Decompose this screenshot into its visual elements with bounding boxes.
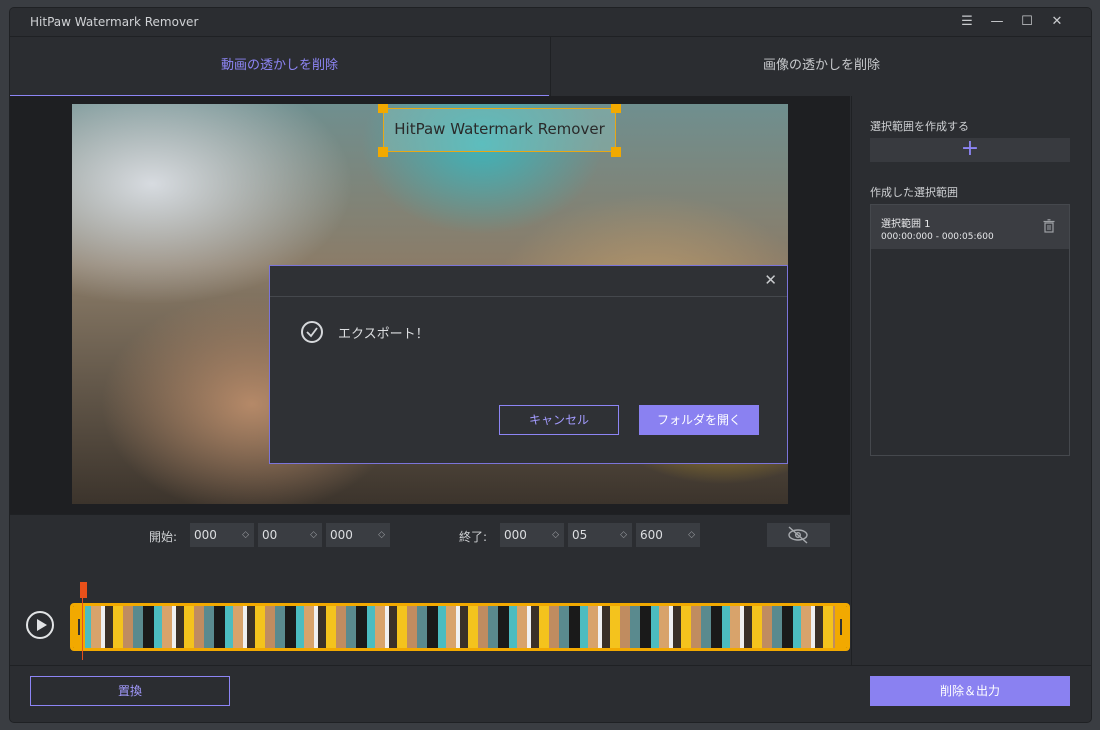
stepper-icon[interactable]: ◇ [620,523,627,547]
remove-and-export-button[interactable]: 削除＆出力 [870,676,1070,706]
end-seconds-input[interactable]: 000 ◇ [500,523,564,547]
maximize-icon[interactable]: ☐ [1017,12,1037,32]
end-sub-value: 05 [572,528,588,542]
stepper-icon[interactable]: ◇ [310,523,317,547]
playhead[interactable] [80,582,87,598]
play-icon[interactable] [26,611,54,639]
create-selection-label: 選択範囲を作成する [870,120,969,133]
end-ms-input[interactable]: 600 ◇ [636,523,700,547]
resize-handle-top-right[interactable] [611,104,621,113]
timeline-strip[interactable] [70,603,850,651]
start-ms-value: 000 [330,528,353,542]
export-dialog: ✕ エクスポート！ キャンセル フォルダを開く [269,265,788,464]
tab-video-watermark[interactable]: 動画の透かしを削除 [10,37,549,97]
start-label: 開始: [149,530,178,544]
selection-panel: 選択範囲を作成する + 作成した選択範囲 選択範囲 1 000:00:000 -… [851,96,1091,665]
trim-handle-right[interactable] [835,606,847,648]
start-seconds-value: 000 [194,528,217,542]
selection-item[interactable]: 選択範囲 1 000:00:000 - 000:05:600 [871,205,1069,249]
stepper-icon[interactable]: ◇ [378,523,385,547]
end-label: 終了: [459,530,488,544]
open-folder-button[interactable]: フォルダを開く [639,405,759,435]
close-icon[interactable]: ✕ [1047,12,1067,32]
trash-icon[interactable] [1043,219,1055,233]
resize-handle-bottom-right[interactable] [611,147,621,157]
playhead-line [82,598,83,660]
time-range-row: 開始: 000 ◇ 00 ◇ 000 ◇ 終了: 000 ◇ 05 ◇ 600 … [10,514,850,556]
end-seconds-value: 000 [504,528,527,542]
start-sub-value: 00 [262,528,278,542]
selection-range: 000:00:000 - 000:05:600 [881,232,994,242]
menu-icon[interactable]: ☰ [957,12,977,32]
stepper-icon[interactable]: ◇ [552,523,559,547]
stepper-icon[interactable]: ◇ [242,523,249,547]
thumbnail-frames [83,606,837,648]
created-selections-label: 作成した選択範囲 [870,186,958,199]
end-sub-input[interactable]: 05 ◇ [568,523,632,547]
minimize-icon[interactable]: — [987,12,1007,32]
app-title: HitPaw Watermark Remover [30,15,199,29]
tab-image-watermark[interactable]: 画像の透かしを削除 [550,37,1091,97]
watermark-selection-box[interactable]: HitPaw Watermark Remover [383,108,616,152]
timeline [10,555,850,665]
start-ms-input[interactable]: 000 ◇ [326,523,390,547]
check-circle-icon [301,321,323,343]
end-ms-value: 600 [640,528,663,542]
eye-off-icon [788,526,808,544]
selection-list: 選択範囲 1 000:00:000 - 000:05:600 [870,204,1070,456]
title-bar: HitPaw Watermark Remover ☰ — ☐ ✕ [10,8,1091,36]
bottom-bar: 置換 削除＆出力 [10,665,1091,722]
cancel-button[interactable]: キャンセル [499,405,619,435]
selection-name: 選択範囲 1 [881,219,931,230]
trim-handle-left[interactable] [73,606,85,648]
add-selection-button[interactable]: + [870,138,1070,162]
stepper-icon[interactable]: ◇ [688,523,695,547]
replace-button[interactable]: 置換 [30,676,230,706]
resize-handle-top-left[interactable] [378,104,388,113]
dialog-close-icon[interactable]: ✕ [764,271,777,289]
tab-bar: 動画の透かしを削除 画像の透かしを削除 [10,36,1091,97]
hide-selection-button[interactable] [767,523,830,547]
dialog-header [270,266,787,297]
start-seconds-input[interactable]: 000 ◇ [190,523,254,547]
dialog-message: エクスポート！ [338,327,429,342]
start-sub-input[interactable]: 00 ◇ [258,523,322,547]
app-window: HitPaw Watermark Remover ☰ — ☐ ✕ 動画の透かしを… [10,8,1091,722]
resize-handle-bottom-left[interactable] [378,147,388,157]
